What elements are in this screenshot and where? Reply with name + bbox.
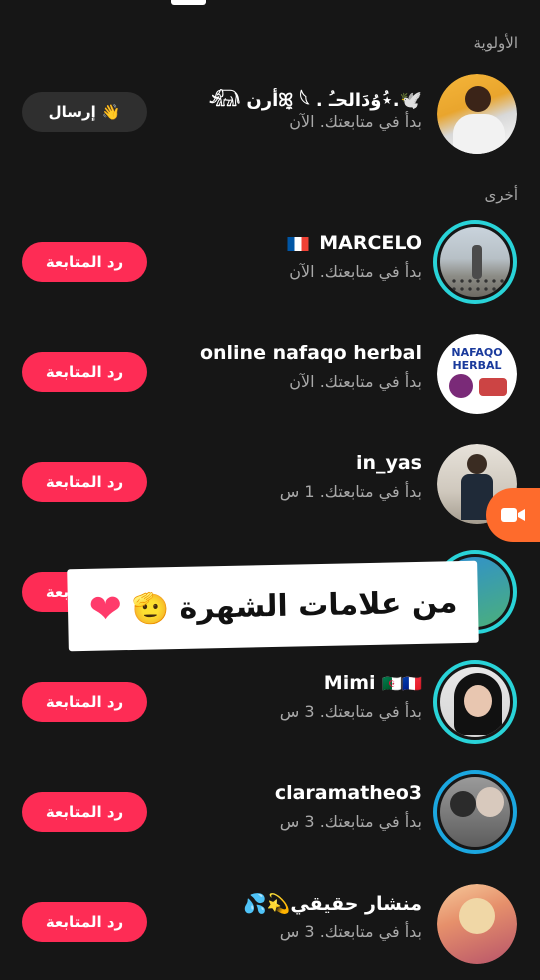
list-item[interactable]: in_yas بدأ في متابعتك. 1 س رد المتابعة — [0, 430, 540, 540]
follow-status: بدأ في متابعتك. 3 س — [279, 812, 422, 831]
send-button[interactable]: إرسال 👋 — [22, 92, 147, 132]
username[interactable]: in_yas — [356, 452, 422, 474]
france-flag-icon — [287, 236, 309, 251]
avatar[interactable] — [433, 220, 517, 304]
list-item[interactable]: MARCELO بدأ في متابعتك. الآن رد المتابعة — [0, 210, 540, 320]
list-item[interactable]: منشار حقيقي💫💦 بدأ في متابعتك. 3 س رد الم… — [0, 870, 540, 980]
username[interactable]: claramatheo3 — [275, 782, 422, 804]
caption-overlay: ❤ 🫡 من علامات الشهرة — [67, 560, 479, 652]
avatar-brand-text: NAFAQO HERBAL — [451, 346, 503, 372]
heart-icon: ❤ — [88, 586, 123, 633]
list-item[interactable]: claramatheo3 بدأ في متابعتك. 3 س رد المت… — [0, 760, 540, 870]
follow-back-button[interactable]: رد المتابعة — [22, 902, 147, 942]
follow-status: بدأ في متابعتك. الآن — [289, 262, 422, 281]
follow-status: بدأ في متابعتك. 3 س — [279, 702, 422, 721]
saluting-face-icon: 🫡 — [131, 590, 170, 627]
follow-status: بدأ في متابعتك. الآن — [289, 372, 422, 391]
section-label-priority: الأولوية — [473, 34, 518, 52]
send-button-label: إرسال — [48, 103, 96, 121]
video-camera-button[interactable] — [486, 488, 540, 542]
follow-status: بدأ في متابعتك. 1 س — [279, 482, 422, 501]
follow-back-button[interactable]: رد المتابعة — [22, 462, 147, 502]
follow-back-button[interactable]: رد المتابعة — [22, 242, 147, 282]
active-tab-indicator — [171, 0, 206, 5]
username[interactable]: online nafaqo herbal — [200, 342, 422, 364]
avatar[interactable] — [433, 660, 517, 744]
follow-status: بدأ في متابعتك. الآن — [289, 112, 422, 131]
username[interactable]: 🕊️.⋆ُوُدَالحـُ . ꕤ̼ 𓆩أرن 𓃰 — [209, 82, 422, 112]
follow-back-button[interactable]: رد المتابعة — [22, 682, 147, 722]
list-item[interactable]: NAFAQO HERBAL online nafaqo herbal بدأ ف… — [0, 320, 540, 430]
section-label-others: أخرى — [484, 186, 518, 204]
follow-back-button[interactable]: رد المتابعة — [22, 352, 147, 392]
username[interactable]: منشار حقيقي💫💦 — [243, 892, 422, 915]
username[interactable]: MARCELO — [287, 232, 422, 254]
wave-icon: 👋 — [101, 103, 121, 121]
follow-status: بدأ في متابعتك. 3 س — [279, 922, 422, 941]
username[interactable]: Mimi 🇩🇿🇫🇷 — [324, 672, 422, 694]
avatar[interactable] — [437, 884, 517, 964]
avatar[interactable] — [433, 770, 517, 854]
avatar[interactable]: NAFAQO HERBAL — [437, 334, 517, 414]
flags-icon: 🇩🇿🇫🇷 — [382, 674, 422, 693]
video-icon — [501, 508, 525, 522]
list-item[interactable]: Mimi 🇩🇿🇫🇷 بدأ في متابعتك. 3 س رد المتابع… — [0, 650, 540, 760]
list-item[interactable]: 🕊️.⋆ُوُدَالحـُ . ꕤ̼ 𓆩أرن 𓃰 بدأ في متابعت… — [0, 60, 540, 170]
avatar[interactable] — [437, 74, 517, 154]
follow-back-button[interactable]: رد المتابعة — [22, 792, 147, 832]
caption-text: من علامات الشهرة — [179, 584, 458, 626]
